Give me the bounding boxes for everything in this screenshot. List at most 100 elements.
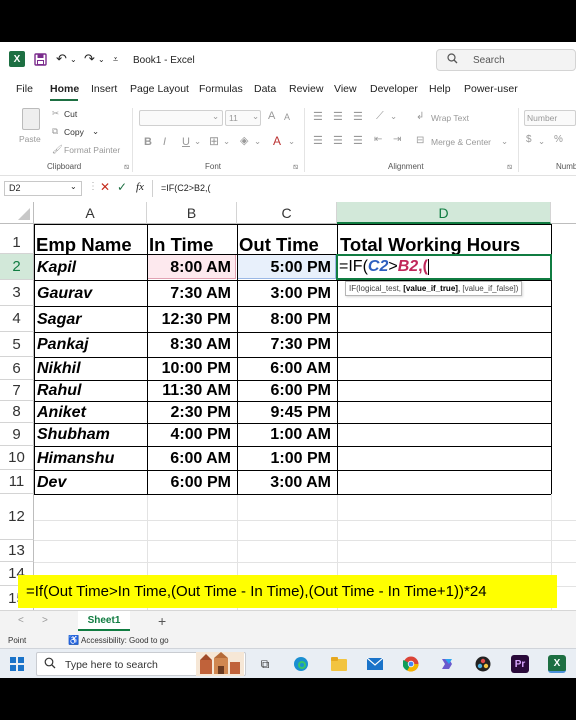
percent-icon[interactable]: %	[554, 134, 563, 145]
font-launcher-icon[interactable]: ⧅	[293, 162, 298, 172]
sheet-next-icon[interactable]: >	[42, 615, 48, 626]
column-header-c[interactable]: C	[237, 202, 337, 224]
cell-in-time[interactable]: 12:30 PM	[147, 307, 237, 332]
cell-name[interactable]: Pankaj	[34, 333, 147, 357]
sheet-tab-sheet1[interactable]: Sheet1	[78, 611, 130, 631]
borders-icon[interactable]: ⊞	[209, 134, 219, 148]
header-total-working-hours[interactable]: Total Working Hours	[340, 226, 551, 254]
align-top-icon[interactable]: ☰	[313, 110, 323, 123]
merge-center-button[interactable]: Merge & Center	[431, 137, 491, 147]
align-left-icon[interactable]: ☰	[313, 134, 323, 147]
cell-in-time[interactable]: 10:00 PM	[147, 358, 237, 380]
column-header-a[interactable]: A	[34, 202, 147, 224]
sheet-prev-icon[interactable]: <	[18, 615, 24, 626]
copy-dropdown-icon[interactable]: ⌄	[92, 126, 99, 137]
cell-out-time[interactable]: 3:00 PM	[237, 281, 337, 306]
column-header-e[interactable]	[551, 202, 576, 224]
format-painter-button[interactable]: Format Painter	[64, 145, 120, 155]
copy-button[interactable]: Copy	[64, 127, 84, 137]
merge-dropdown-icon[interactable]: ⌄	[501, 136, 508, 147]
enter-icon[interactable]: ✓	[117, 180, 127, 194]
font-name-select[interactable]	[139, 110, 223, 126]
row-header-5[interactable]: 5	[0, 332, 34, 357]
row-header-3[interactable]: 3	[0, 280, 34, 306]
cell-in-time[interactable]: 2:30 PM	[147, 402, 237, 423]
align-bottom-icon[interactable]: ☰	[353, 110, 363, 123]
accounting-dropdown-icon[interactable]: ⌄	[538, 136, 545, 147]
excel-taskbar-icon[interactable]: X	[548, 655, 566, 673]
edge-icon[interactable]	[292, 655, 310, 673]
decrease-font-icon[interactable]: A	[284, 112, 290, 122]
customize-quick-access-icon[interactable]: ⩡	[113, 51, 118, 67]
cut-button[interactable]: Cut	[64, 109, 77, 119]
tab-help[interactable]: Help	[429, 83, 451, 95]
row-header-9[interactable]: 9	[0, 423, 34, 446]
bold-button[interactable]: B	[144, 136, 152, 148]
accounting-format-icon[interactable]: $	[526, 134, 532, 145]
cell-out-time[interactable]: 6:00 PM	[237, 381, 337, 401]
accessibility-icon[interactable]: ♿	[68, 635, 79, 646]
copy-icon[interactable]: ⧉	[52, 126, 58, 137]
file-explorer-icon[interactable]	[330, 655, 348, 673]
merge-center-icon[interactable]: ⊟	[416, 135, 424, 146]
decrease-indent-icon[interactable]: ⇤	[374, 134, 382, 145]
header-in-time[interactable]: In Time	[149, 226, 237, 254]
worksheet-grid[interactable]: A B C D 1 2 3 4 5 6 7 8 9 10 11 12 13 14…	[0, 202, 576, 612]
tab-formulas[interactable]: Formulas	[199, 83, 243, 95]
windows-start-icon[interactable]	[10, 657, 24, 671]
formula-input[interactable]: =IF(C2>B2,(	[152, 180, 576, 197]
tab-home[interactable]: Home	[50, 83, 79, 95]
orientation-dropdown-icon[interactable]: ⌄	[390, 111, 397, 122]
insert-function-button[interactable]: fx	[136, 181, 144, 193]
format-painter-icon[interactable]: 🖌	[52, 144, 63, 155]
increase-indent-icon[interactable]: ⇥	[393, 134, 401, 145]
undo-dropdown-icon[interactable]: ⌄	[70, 51, 77, 67]
column-header-d[interactable]: D	[337, 202, 551, 224]
cell-name[interactable]: Rahul	[34, 381, 147, 401]
cancel-icon[interactable]: ✕	[100, 180, 110, 194]
tab-power-user[interactable]: Power-user	[464, 83, 518, 95]
cell-in-time[interactable]: 8:30 AM	[147, 333, 237, 357]
cell-in-time[interactable]: 4:00 PM	[147, 424, 237, 446]
fill-color-icon[interactable]: ◈	[240, 134, 248, 147]
cell-out-time[interactable]: 8:00 PM	[237, 307, 337, 332]
cell-name[interactable]: Gaurav	[34, 281, 147, 306]
increase-font-icon[interactable]: A	[268, 110, 275, 122]
function-tooltip[interactable]: IF(logical_test, [value_if_true], [value…	[345, 281, 523, 296]
cut-icon[interactable]: ✂	[52, 108, 59, 119]
cell-name[interactable]: Dev	[34, 471, 147, 494]
save-icon[interactable]	[34, 51, 47, 67]
cell-in-time[interactable]: 11:30 AM	[147, 381, 237, 401]
borders-dropdown-icon[interactable]: ⌄	[223, 136, 230, 147]
cell-name[interactable]: Sagar	[34, 307, 147, 332]
font-color-dropdown-icon[interactable]: ⌄	[288, 136, 295, 147]
tab-file[interactable]: File	[16, 83, 33, 95]
cell-out-time[interactable]: 6:00 AM	[237, 358, 337, 380]
cell-name[interactable]: Nikhil	[34, 358, 147, 380]
align-center-icon[interactable]: ☰	[333, 134, 343, 147]
paste-icon[interactable]	[22, 108, 40, 130]
row-header-2[interactable]: 2	[0, 254, 34, 280]
undo-icon[interactable]: ↶	[56, 51, 67, 67]
align-right-icon[interactable]: ☰	[353, 134, 363, 147]
row-header-1[interactable]: 1	[0, 224, 34, 254]
redo-dropdown-icon[interactable]: ⌄	[98, 51, 105, 67]
row-header-11[interactable]: 11	[0, 470, 34, 494]
header-emp-name[interactable]: Emp Name	[36, 226, 147, 254]
davinci-icon[interactable]	[474, 655, 492, 673]
accessibility-status[interactable]: Accessibility: Good to go	[81, 636, 169, 645]
tab-view[interactable]: View	[334, 83, 357, 95]
row-header-10[interactable]: 10	[0, 446, 34, 470]
wrap-text-button[interactable]: Wrap Text	[431, 113, 469, 123]
cell-out-time[interactable]: 1:00 AM	[237, 424, 337, 446]
header-out-time[interactable]: Out Time	[239, 226, 337, 254]
alignment-launcher-icon[interactable]: ⧅	[507, 162, 512, 172]
font-size-dropdown-icon[interactable]: ⌄	[252, 111, 259, 122]
font-color-icon[interactable]: A	[273, 134, 281, 148]
cell-out-time[interactable]: 7:30 PM	[237, 333, 337, 357]
italic-button[interactable]: I	[163, 136, 166, 148]
cell-name[interactable]: Himanshu	[34, 447, 147, 470]
cell-in-time[interactable]: 6:00 AM	[147, 447, 237, 470]
cell-in-time[interactable]: 8:00 AM	[147, 255, 237, 280]
tab-review[interactable]: Review	[289, 83, 323, 95]
